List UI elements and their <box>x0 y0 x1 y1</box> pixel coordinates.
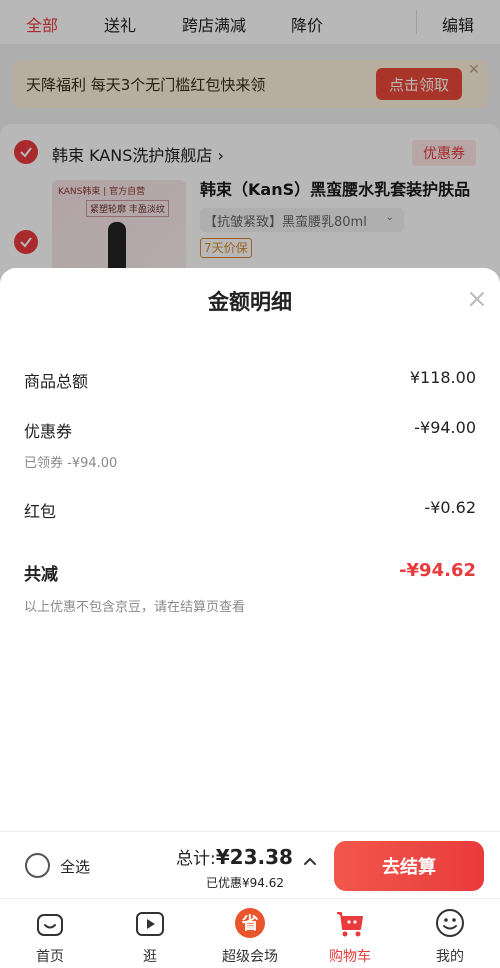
nav-super-venue[interactable]: 省 超级会场 <box>200 907 300 966</box>
nav-home-label: 首页 <box>36 949 64 965</box>
amount-detail-sheet: 金额明细 商品总额 ¥118.00 优惠券 -¥94.00 已领券 -¥94.0… <box>0 268 500 831</box>
nav-me[interactable]: 我的 <box>400 907 500 966</box>
total-discount-label: 共减 <box>24 565 58 585</box>
select-all-label[interactable]: 全选 <box>60 856 90 877</box>
checkout-bar: 全选 总计:¥23.38 已优惠¥94.62 去结算 <box>0 831 500 898</box>
red-packet-label: 红包 <box>24 502 57 521</box>
sheet-title: 金额明细 <box>208 290 292 314</box>
play-icon <box>136 912 164 936</box>
coupon-label: 优惠券 <box>24 422 73 441</box>
goods-total-label: 商品总额 <box>24 372 89 391</box>
nav-browse[interactable]: 逛 <box>100 907 200 966</box>
close-icon[interactable] <box>466 288 488 310</box>
discount-note: 以上优惠不包含京豆，请在结算页查看 <box>24 600 246 615</box>
red-packet-value: -¥0.62 <box>424 498 476 517</box>
coupon-sub-text: 已领券 -¥94.00 <box>24 456 118 471</box>
total-prefix: 总计: <box>176 849 216 869</box>
chevron-up-icon[interactable] <box>301 852 319 870</box>
total-amount: ¥23.38 <box>215 845 293 869</box>
saved-amount: 已优惠¥94.62 <box>206 876 284 890</box>
nav-cart-label: 购物车 <box>329 949 371 965</box>
nav-super-venue-label: 超级会场 <box>222 949 278 965</box>
goods-total-value: ¥118.00 <box>409 368 476 387</box>
nav-home[interactable]: 首页 <box>0 907 100 966</box>
home-icon <box>37 914 63 936</box>
nav-me-label: 我的 <box>436 949 464 965</box>
smiley-icon <box>436 909 464 937</box>
select-all-checkbox[interactable] <box>25 853 50 878</box>
super-venue-icon: 省 <box>235 908 265 938</box>
nav-cart[interactable]: 购物车 <box>300 907 400 966</box>
checkout-button[interactable]: 去结算 <box>334 841 484 891</box>
super-venue-badge: 省 <box>241 913 259 934</box>
bottom-nav: 首页 逛 省 超级会场 购物车 我的 <box>0 898 500 968</box>
total-discount-value: -¥94.62 <box>399 560 476 581</box>
coupon-value: -¥94.00 <box>414 418 476 437</box>
cart-icon <box>337 912 363 937</box>
total-price: 总计:¥23.38 <box>176 844 293 869</box>
nav-browse-label: 逛 <box>143 949 157 965</box>
